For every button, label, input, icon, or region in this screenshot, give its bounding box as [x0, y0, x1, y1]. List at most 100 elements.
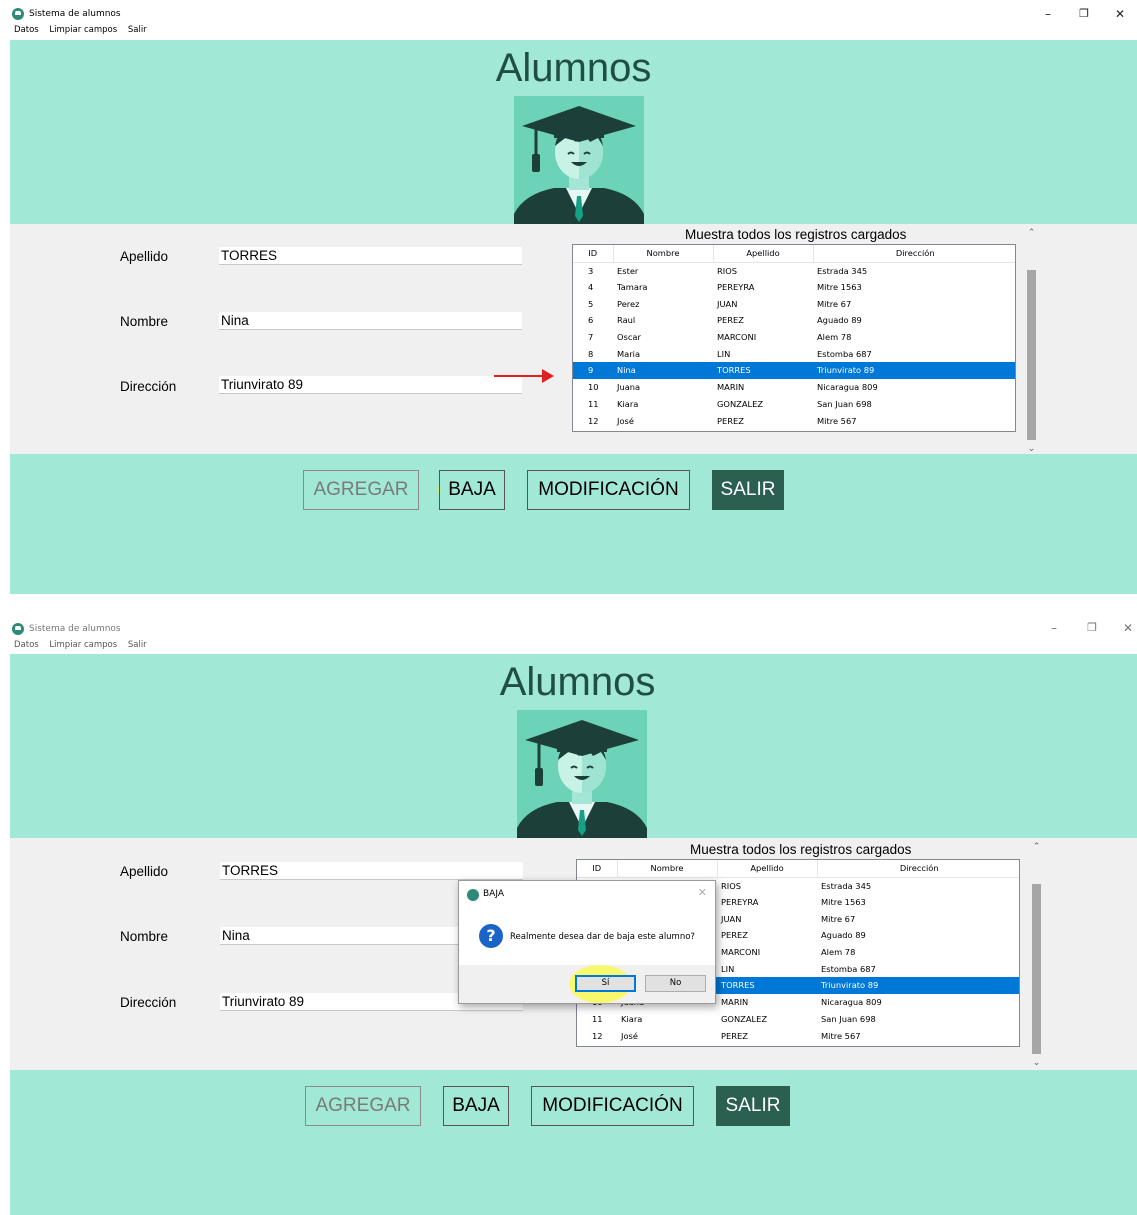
agregar-button[interactable]: AGREGAR: [305, 1086, 421, 1126]
dialog-message: Realmente desea dar de baja este alumno?: [510, 932, 695, 942]
table-cell: Estrada 345: [817, 265, 868, 276]
salir-button[interactable]: SALIR: [712, 470, 784, 510]
scroll-down-icon[interactable]: ⌄: [1028, 1054, 1045, 1070]
table-cell: Tamara: [617, 282, 648, 293]
table-row[interactable]: 12 José PEREZ Mitre 567: [577, 1027, 1019, 1044]
table-cell: GONZALEZ: [721, 1013, 768, 1024]
window-title: Sistema de alumnos: [29, 624, 121, 634]
grid-column-header[interactable]: Apellido: [717, 860, 818, 878]
menu-limpiar-campos[interactable]: Limpiar campos: [49, 640, 117, 650]
records-grid[interactable]: IDNombreApellidoDirección 3 Ester RIOS Estra…: [572, 244, 1016, 432]
apellido-input[interactable]: [219, 247, 522, 265]
menu-salir[interactable]: Salir: [128, 640, 147, 650]
table-cell: San Juan 698: [817, 398, 872, 409]
table-cell: PEREZ: [721, 1030, 748, 1041]
table-row[interactable]: 3 Ester RIOS Estrada 345: [573, 262, 1015, 279]
header-panel: Alumnos: [10, 654, 1137, 838]
grid-column-header[interactable]: Dirección: [813, 245, 1015, 263]
graduate-avatar-icon: [514, 96, 644, 224]
table-row[interactable]: 11 Kiara GONZALEZ San Juan 698: [577, 1011, 1019, 1028]
table-cell: Kiara: [621, 1013, 643, 1024]
grid-column-header[interactable]: ID: [577, 860, 618, 878]
table-row[interactable]: 7 Oscar MARCONI Alem 78: [573, 329, 1015, 346]
menu-datos[interactable]: Datos: [14, 25, 39, 35]
modificacion-button[interactable]: MODIFICACIÓN: [527, 470, 690, 510]
scroll-thumb[interactable]: [1032, 884, 1041, 1054]
close-icon[interactable]: ✕: [1110, 6, 1130, 22]
nombre-input[interactable]: [219, 312, 522, 330]
table-row[interactable]: 4 Tamara PEREYRA Mitre 1563: [573, 279, 1015, 296]
vertical-scrollbar[interactable]: ⌃ ⌄: [1023, 224, 1040, 456]
apellido-label: Apellido: [120, 864, 169, 879]
nombre-label: Nombre: [120, 314, 169, 329]
table-row[interactable]: 9NinaTORRESTriunvirato 89: [573, 362, 1015, 379]
table-row[interactable]: 12 José PEREZ Mitre 567: [573, 412, 1015, 429]
baja-button[interactable]: BAJA: [443, 1086, 509, 1126]
menu-datos[interactable]: Datos: [14, 640, 39, 650]
table-cell: Aguado 89: [817, 315, 862, 326]
table-cell: PEREYRA: [721, 897, 759, 908]
table-cell: 9: [573, 362, 613, 379]
grid-header-row: ID Nombre Apellido Dirección: [577, 860, 1019, 878]
scroll-up-icon[interactable]: ⌃: [1028, 838, 1045, 854]
scroll-up-icon[interactable]: ⌃: [1023, 224, 1040, 240]
baja-button[interactable]: BAJA: [439, 470, 505, 510]
form-panel: Apellido Nombre Dirección Muestra todos …: [10, 838, 1137, 1070]
table-cell: JUAN: [717, 298, 738, 309]
dialog-yes-button[interactable]: Sí: [575, 975, 636, 992]
apellido-input[interactable]: [220, 862, 523, 880]
table-cell: Triunvirato 89: [817, 977, 1019, 994]
grid-column-header[interactable]: Dirección: [817, 860, 1019, 878]
grid-header-row: ID Nombre Apellido Dirección: [573, 245, 1015, 263]
table-cell: MARIN: [717, 382, 745, 393]
dialog-title: BAJA: [483, 889, 504, 899]
modificacion-button[interactable]: MODIFICACIÓN: [531, 1086, 694, 1126]
table-cell: 12: [588, 415, 599, 426]
grid-column-header[interactable]: Nombre: [617, 860, 718, 878]
scroll-thumb[interactable]: [1027, 270, 1036, 440]
page-title: Alumnos: [499, 660, 656, 704]
grid-column-header[interactable]: Apellido: [713, 245, 814, 263]
table-cell: LIN: [721, 963, 735, 974]
salir-button[interactable]: SALIR: [716, 1086, 790, 1126]
vertical-scrollbar[interactable]: ⌃ ⌄: [1028, 838, 1045, 1070]
table-cell: 3: [588, 265, 594, 276]
table-row[interactable]: 8 Maria LIN Estomba 687: [573, 345, 1015, 362]
confirm-dialog: BAJA ✕ ? Realmente desea dar de baja est…: [458, 880, 716, 1004]
table-cell: LIN: [717, 348, 731, 359]
table-cell: Perez: [617, 298, 640, 309]
close-icon[interactable]: ✕: [1118, 620, 1137, 636]
table-row[interactable]: 6 Raul PEREZ Aguado 89: [573, 312, 1015, 329]
table-cell: Nina: [613, 362, 713, 379]
restore-icon[interactable]: ❐: [1074, 6, 1094, 22]
restore-icon[interactable]: ❐: [1082, 620, 1102, 636]
table-cell: Nicaragua 809: [817, 382, 878, 393]
menu-limpiar-campos[interactable]: Limpiar campos: [49, 25, 117, 35]
table-cell: Alem 78: [821, 947, 856, 958]
table-cell: PEREZ: [717, 315, 744, 326]
table-row[interactable]: 11 Kiara GONZALEZ San Juan 698: [573, 396, 1015, 413]
dialog-close-icon[interactable]: ✕: [698, 886, 707, 899]
page-title: Alumnos: [495, 46, 652, 90]
table-cell: Nicaragua 809: [821, 997, 882, 1008]
table-cell: 8: [588, 348, 594, 359]
footer-panel: AGREGAR BAJA MODIFICACIÓN SALIR: [10, 454, 1137, 594]
table-row[interactable]: 10 Juana MARIN Nicaragua 809: [573, 379, 1015, 396]
menu-bar: Datos Limpiar campos Salir: [14, 640, 155, 654]
dialog-no-button[interactable]: No: [645, 975, 706, 992]
table-cell: Mitre 1563: [817, 282, 862, 293]
grid-column-header[interactable]: ID: [573, 245, 614, 263]
app-icon: [12, 623, 24, 635]
minimize-icon[interactable]: –: [1038, 6, 1058, 22]
table-row[interactable]: 5 Perez JUAN Mitre 67: [573, 295, 1015, 312]
table-cell: 7: [588, 332, 594, 343]
menu-salir[interactable]: Salir: [128, 25, 147, 35]
question-icon: ?: [479, 924, 503, 948]
red-arrow-annotation: [494, 369, 554, 383]
app-icon: [12, 8, 24, 20]
minimize-icon[interactable]: –: [1044, 620, 1064, 636]
direccion-input[interactable]: [219, 376, 522, 394]
agregar-button[interactable]: AGREGAR: [303, 470, 419, 510]
grid-column-header[interactable]: Nombre: [613, 245, 714, 263]
table-cell: Estomba 687: [817, 348, 872, 359]
